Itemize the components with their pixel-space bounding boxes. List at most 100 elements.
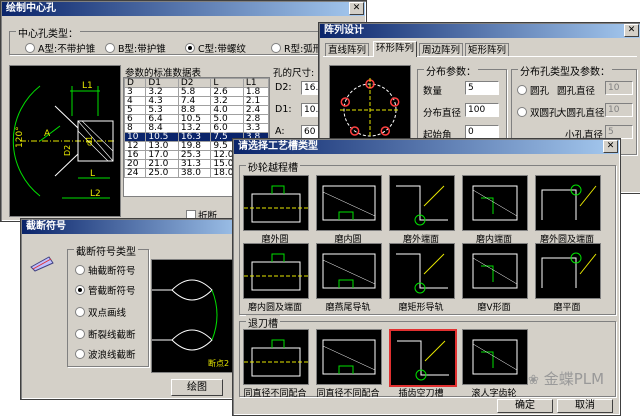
double-dot-line-label: 双点画线 xyxy=(88,308,127,319)
radio-dot xyxy=(75,349,85,359)
small-dia-input[interactable]: 5 xyxy=(605,125,633,139)
groove-thumbnail[interactable] xyxy=(243,243,309,299)
radio-dot xyxy=(517,107,527,117)
groove-caption: 插齿空刀槽 xyxy=(398,389,444,399)
close-icon[interactable]: ✕ xyxy=(603,140,618,153)
hole-type-group-label: 分布孔类型及参数： xyxy=(518,63,612,78)
break-symbol-window: 截断符号 ✕ 截断符号类型 轴截断符号 管截断符号 双点画线 断裂线截断 波浪线… xyxy=(20,218,254,400)
start-angle-input[interactable]: 0 xyxy=(465,125,499,139)
groove-thumbnail[interactable] xyxy=(243,175,309,231)
radio-type-c-label: C型:带螺纹 xyxy=(198,44,246,55)
diameter-input[interactable]: 100 xyxy=(465,103,499,117)
l2-label: L2 xyxy=(90,189,101,199)
radio-type-r[interactable]: R型:弧形 xyxy=(271,41,322,55)
groove-caption: 滚人字齿轮 xyxy=(471,389,517,399)
close-icon[interactable]: ✕ xyxy=(624,24,639,37)
watermark: ❀ 金蝶PLM xyxy=(528,368,604,389)
ok-button[interactable]: 确定 xyxy=(497,399,553,413)
groove-thumbnail[interactable] xyxy=(535,175,601,231)
radio-dot-selected xyxy=(185,43,195,53)
tab-rect-array[interactable]: 矩形阵列 xyxy=(465,43,510,57)
a-label: A xyxy=(44,129,51,139)
size-field-label: D2: xyxy=(275,82,292,93)
big-dia-input[interactable]: 10 xyxy=(605,103,633,117)
d1-label: d1 xyxy=(85,136,94,146)
cancel-button[interactable]: 取消 xyxy=(557,399,613,413)
radio-dot xyxy=(517,85,527,95)
table-cell: 24 xyxy=(124,168,147,178)
groove-thumbnail[interactable] xyxy=(389,329,457,387)
radio-dot xyxy=(105,43,115,53)
groove-thumbnail[interactable] xyxy=(462,175,528,231)
close-icon[interactable]: ✕ xyxy=(349,2,364,15)
hole-type-label: 中心孔类型： xyxy=(16,25,80,40)
grinding-group-label: 砂轮越程槽 xyxy=(246,159,300,174)
size-label: 孔的尺寸: xyxy=(273,68,315,79)
table-cell: 38.0 xyxy=(177,168,212,178)
break-type-label: 截断符号类型 xyxy=(74,243,138,258)
groove-thumbnail[interactable] xyxy=(243,329,309,385)
l1-label: L1 xyxy=(82,81,93,91)
groove-thumbnail[interactable] xyxy=(389,175,455,231)
groove-thumbnail[interactable] xyxy=(316,329,382,385)
tab-circular-array[interactable]: 环形阵列 xyxy=(373,41,418,57)
radio-type-a[interactable]: A型:不带护锥 xyxy=(25,41,95,55)
watermark-text: 金蝶PLM xyxy=(543,370,605,388)
radio-dot xyxy=(75,329,85,339)
radio-double-dot-line[interactable]: 双点画线 xyxy=(75,305,126,319)
watermark-logo-icon: ❀ xyxy=(528,373,539,388)
radio-circle-hole[interactable]: 圆孔 xyxy=(517,83,549,97)
groove-caption: 同直径不同配合 xyxy=(316,389,380,399)
angle-label: 120° xyxy=(15,126,25,148)
relief-group-label: 退刀槽 xyxy=(246,315,280,330)
size-field-label: A: xyxy=(275,126,285,137)
draw-button[interactable]: 绘图 xyxy=(171,379,223,396)
groove-thumbnail[interactable] xyxy=(389,243,455,299)
diameter-label: 分布直径 xyxy=(423,108,462,119)
d2-label: D2 xyxy=(63,145,72,156)
fracture-break-label: 断裂线截断 xyxy=(88,330,136,341)
shaft-break-label: 轴截断符号 xyxy=(88,266,136,277)
groove-caption: 磨燕尾导轨 xyxy=(325,303,371,313)
radio-dot-selected xyxy=(75,285,85,295)
count-label: 数量 xyxy=(423,86,443,97)
radio-fracture-break[interactable]: 断裂线截断 xyxy=(75,327,136,341)
table-cell: 25.0 xyxy=(145,168,179,178)
radio-double-hole[interactable]: 双圆孔 xyxy=(517,105,559,119)
groove-thumbnail[interactable] xyxy=(535,243,601,299)
count-input[interactable]: 5 xyxy=(465,81,499,95)
break-point-label: 断点2 xyxy=(208,358,229,368)
groove-thumbnail[interactable] xyxy=(316,243,382,299)
big-dia-label: 大圆孔直径 xyxy=(557,108,605,119)
radio-dot xyxy=(25,43,35,53)
radio-type-c[interactable]: C型:带螺纹 xyxy=(185,41,246,55)
circle-dia-input[interactable]: 10 xyxy=(605,81,633,95)
break-symbol-titlebar: 截断符号 xyxy=(22,220,252,234)
circle-dia-label: 圆孔直径 xyxy=(557,86,596,97)
radio-wave-break[interactable]: 波浪线截断 xyxy=(75,347,136,361)
l-label: L xyxy=(90,169,95,179)
tab-linear-array[interactable]: 直线阵列 xyxy=(325,43,370,57)
radio-shaft-break[interactable]: 轴截断符号 xyxy=(75,263,136,277)
tab-perimeter-array[interactable]: 周边阵列 xyxy=(419,43,464,57)
groove-caption: 磨平面 xyxy=(553,303,581,313)
radio-dot xyxy=(75,307,85,317)
radio-type-b-label: B型:带护锥 xyxy=(118,44,166,55)
radio-type-b[interactable]: B型:带护锥 xyxy=(105,41,166,55)
size-field-label: D1: xyxy=(275,104,292,115)
tab-divider xyxy=(323,56,637,57)
wave-break-label: 波浪线截断 xyxy=(88,350,136,361)
groove-caption: 磨矩形导轨 xyxy=(398,303,444,313)
groove-caption: 磨V形面 xyxy=(477,303,511,313)
groove-thumbnail[interactable] xyxy=(462,329,528,385)
center-hole-titlebar: 绘制中心孔 xyxy=(2,2,365,16)
pipe-break-label: 管截断符号 xyxy=(88,286,136,297)
groove-caption: 磨内圆及端面 xyxy=(247,303,302,313)
groove-thumbnail[interactable] xyxy=(462,243,528,299)
groove-titlebar: 请选择工艺槽类型 xyxy=(234,140,619,154)
groove-thumbnail[interactable] xyxy=(316,175,382,231)
break-symbol-icon xyxy=(29,253,55,273)
radio-pipe-break[interactable]: 管截断符号 xyxy=(75,283,136,297)
radio-type-a-label: A型:不带护锥 xyxy=(38,44,96,55)
center-hole-drawing: 120° A D2 d1 L1 L L2 xyxy=(9,65,121,217)
